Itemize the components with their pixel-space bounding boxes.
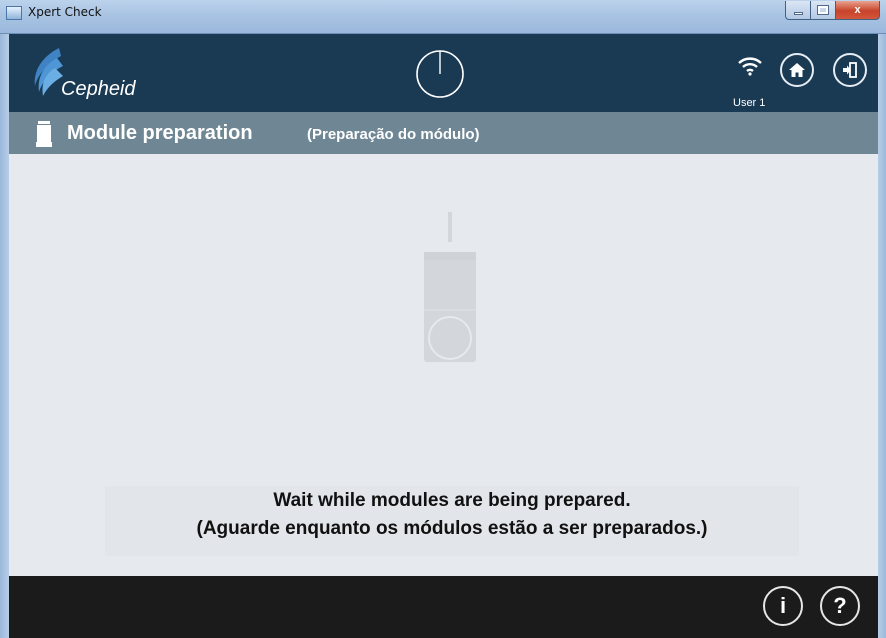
window-controls: x: [785, 1, 880, 20]
window-frame-right: [878, 34, 886, 638]
brand-name: Cepheid: [61, 78, 136, 100]
page-header: Module preparation (Preparação do módulo…: [9, 112, 878, 154]
status-message-line1: Wait while modules are being prepared.: [273, 490, 631, 511]
module-cartridge-icon: [424, 212, 476, 362]
app-header: Cepheid User 1: [9, 34, 878, 112]
home-button[interactable]: [780, 53, 814, 87]
window-frame-left: [0, 34, 9, 638]
wifi-icon: [738, 57, 762, 76]
info-button[interactable]: i: [763, 586, 803, 626]
maximize-button[interactable]: [811, 1, 836, 20]
page-title: Module preparation: [67, 122, 253, 144]
content-area: Wait while modules are being prepared. (…: [9, 154, 878, 576]
close-button[interactable]: x: [836, 1, 880, 20]
window-title: Xpert Check: [28, 5, 102, 19]
app-footer: i ?: [9, 576, 878, 638]
help-button[interactable]: ?: [820, 586, 860, 626]
exit-button[interactable]: [833, 53, 867, 87]
page-title-translation: (Preparação do módulo): [307, 126, 480, 143]
help-icon: ?: [833, 593, 847, 618]
app-area: Cepheid User 1 Module preparation (Prepa…: [9, 34, 878, 638]
minimize-button[interactable]: [785, 1, 811, 20]
user-label: User 1: [733, 97, 766, 109]
window-titlebar: Xpert Check x: [0, 0, 886, 34]
status-message: Wait while modules are being prepared. (…: [105, 486, 799, 556]
home-icon: [789, 63, 805, 77]
info-icon: i: [779, 593, 787, 618]
exit-icon: [843, 62, 857, 78]
app-icon: [6, 6, 22, 20]
timer-icon: [416, 50, 464, 98]
cartridge-icon: [36, 121, 52, 147]
status-message-line2: (Aguarde enquanto os módulos estão a ser…: [196, 518, 708, 539]
